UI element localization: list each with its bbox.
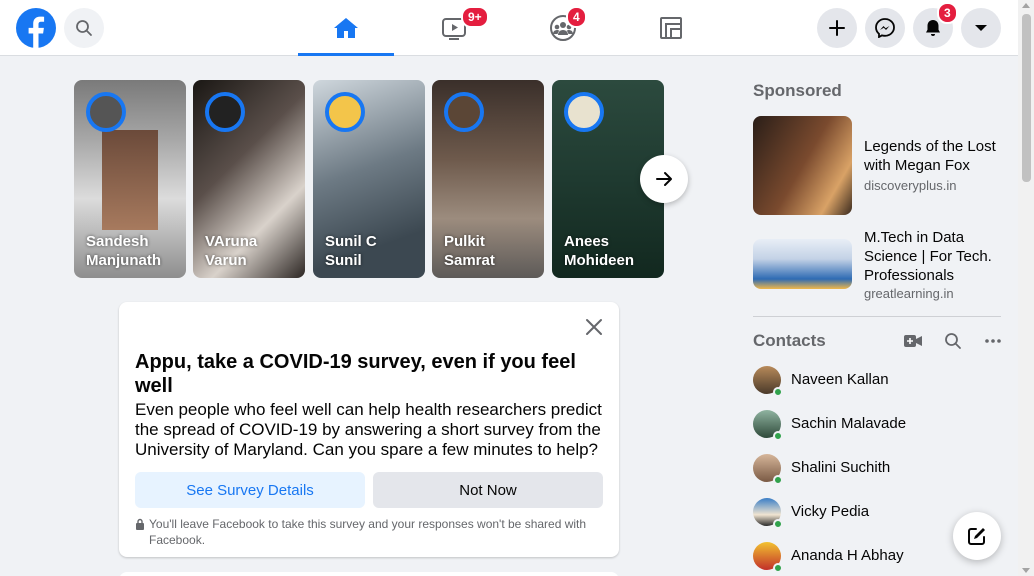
online-indicator (773, 431, 783, 441)
online-indicator (773, 475, 783, 485)
online-indicator (773, 519, 783, 529)
covid-survey-card: Appu, take a COVID-19 survey, even if yo… (119, 302, 619, 557)
contact-name: Sachin Malavade (791, 415, 907, 432)
compose-icon (968, 528, 985, 545)
arrow-right-icon (656, 172, 672, 186)
story-card[interactable]: Pulkit Samrat (432, 80, 544, 278)
story-avatar (325, 92, 365, 132)
survey-body: Even people who feel well can help healt… (135, 400, 602, 459)
next-post-card (119, 572, 619, 576)
contact-name: Ananda H Abhay (791, 547, 904, 564)
create-button[interactable] (817, 8, 857, 48)
stories-next-button[interactable] (640, 155, 688, 203)
story-name: Pulkit Samrat (444, 233, 495, 269)
ad-title: Legends of the Lost with Megan Fox (864, 138, 996, 174)
messenger-icon (875, 18, 895, 38)
lock-icon (136, 518, 144, 530)
search-icon (76, 20, 92, 36)
ad-image (753, 239, 852, 289)
tab-home[interactable] (298, 0, 394, 56)
tab-gaming[interactable] (623, 0, 719, 56)
story-name: VAruna Varun (205, 233, 258, 269)
story-name: Anees Mohideen (564, 233, 634, 269)
story-avatar (564, 92, 604, 132)
watch-badge: 9+ (461, 6, 489, 28)
facebook-logo-icon[interactable] (16, 8, 56, 48)
survey-note: You'll leave Facebook to take this surve… (135, 516, 605, 548)
new-message-button[interactable] (953, 512, 1001, 560)
tab-groups[interactable]: 4 (515, 0, 611, 56)
tab-watch[interactable]: 9+ (406, 0, 502, 56)
search-contacts-button[interactable] (939, 327, 967, 355)
page-scrollbar[interactable] (1018, 0, 1034, 576)
contact-item[interactable]: Naveen Kallan (753, 360, 1003, 404)
survey-title: Appu, take a COVID-19 survey, even if yo… (135, 351, 576, 397)
plus-icon (829, 20, 845, 36)
ad-title: M.Tech in Data Science | For Tech. Profe… (864, 229, 992, 284)
new-room-button[interactable] (899, 327, 927, 355)
story-avatar (86, 92, 126, 132)
story-image (102, 130, 158, 230)
close-icon (586, 319, 602, 335)
home-icon (334, 18, 358, 38)
contact-item[interactable]: Sachin Malavade (753, 404, 1003, 448)
video-plus-icon (904, 335, 922, 347)
not-now-button[interactable]: Not Now (373, 472, 603, 508)
top-navigation-bar: 9+ 4 3 (0, 0, 1018, 56)
contact-name: Shalini Suchith (791, 459, 891, 476)
story-name: Sandesh Manjunath (86, 233, 161, 269)
story-avatar (205, 92, 245, 132)
contacts-heading: Contacts (753, 331, 826, 350)
more-horizontal-icon (985, 339, 1001, 343)
story-name: Sunil C Sunil (325, 233, 377, 269)
close-button[interactable] (581, 314, 607, 340)
account-menu-button[interactable] (961, 8, 1001, 48)
ad-domain: discoveryplus.in (864, 178, 957, 193)
online-indicator (773, 387, 783, 397)
groups-badge: 4 (566, 6, 587, 28)
story-avatar (444, 92, 484, 132)
divider (753, 316, 1001, 317)
contacts-options-button[interactable] (979, 327, 1007, 355)
ad-domain: greatlearning.in (864, 286, 954, 301)
contact-name: Naveen Kallan (791, 371, 889, 388)
scrollbar-thumb[interactable] (1022, 14, 1031, 182)
online-indicator (773, 563, 783, 573)
contact-item[interactable]: Shalini Suchith (753, 448, 1003, 492)
story-card[interactable]: VAruna Varun (193, 80, 305, 278)
messenger-button[interactable] (865, 8, 905, 48)
sponsored-ad[interactable]: Legends of the Lost with Megan Fox disco… (753, 116, 1003, 216)
notifications-badge: 3 (937, 2, 958, 24)
notifications-button[interactable]: 3 (913, 2, 958, 48)
story-card[interactable]: Sandesh Manjunath (74, 80, 186, 278)
search-icon (945, 333, 961, 349)
scroll-up-arrow-icon[interactable] (1022, 3, 1030, 8)
contact-name: Vicky Pedia (791, 503, 870, 520)
survey-note-text: You'll leave Facebook to take this surve… (149, 517, 587, 547)
sponsored-heading: Sponsored (753, 81, 842, 100)
scroll-down-arrow-icon[interactable] (1022, 568, 1030, 573)
search-button[interactable] (64, 8, 104, 48)
see-survey-details-button[interactable]: See Survey Details (135, 472, 365, 508)
ad-image (753, 116, 852, 215)
chevron-down-icon (975, 25, 987, 31)
story-card[interactable]: Sunil C Sunil (313, 80, 425, 278)
gaming-icon (660, 17, 682, 39)
sponsored-ad[interactable]: M.Tech in Data Science | For Tech. Profe… (753, 228, 1003, 308)
